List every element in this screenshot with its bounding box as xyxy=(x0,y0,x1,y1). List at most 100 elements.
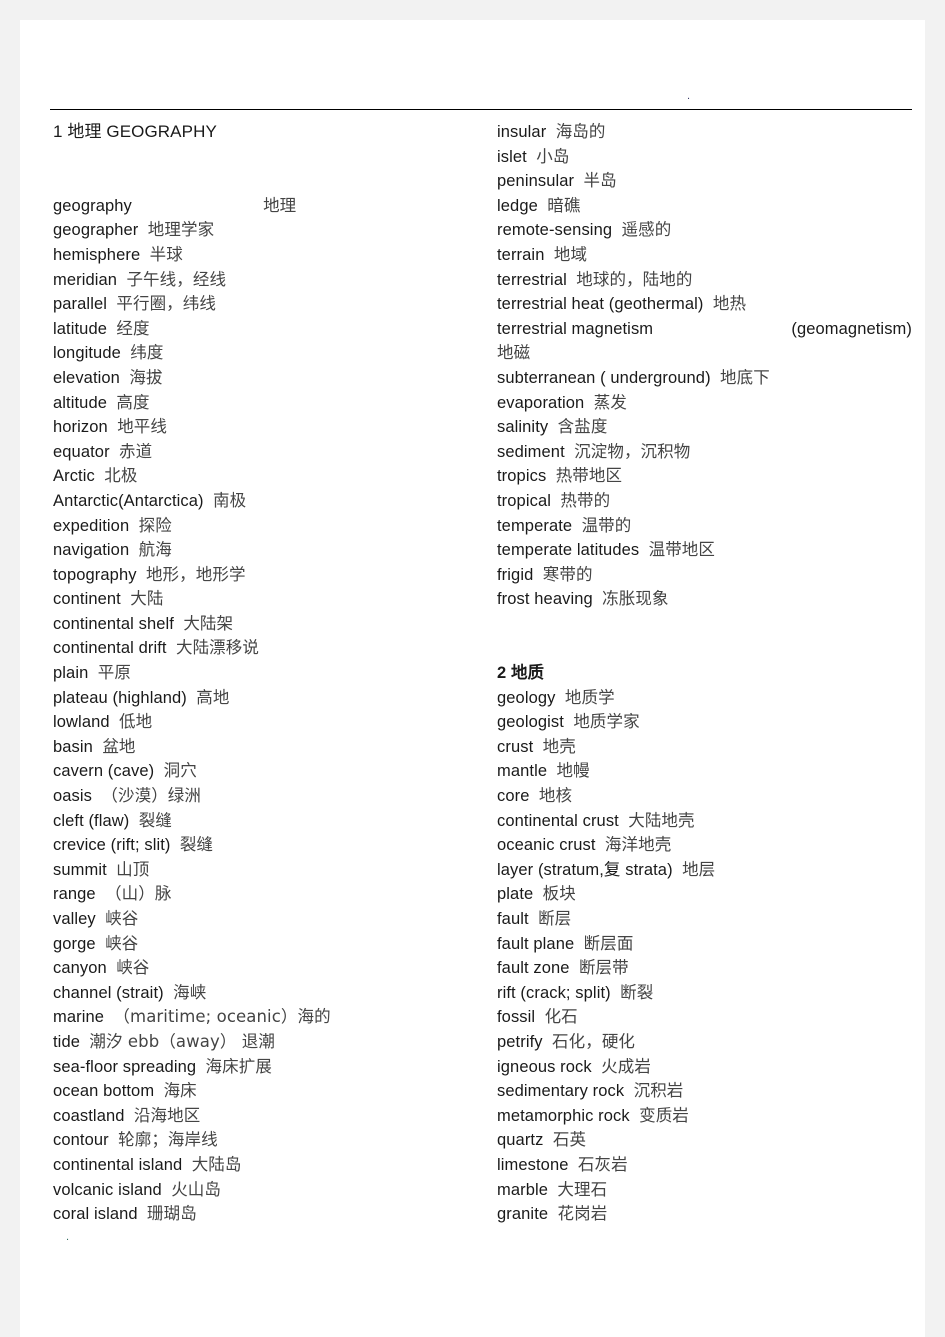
entry-term: canyon xyxy=(53,959,107,978)
entry-spacer xyxy=(204,492,213,510)
glossary-entry: continent 大陆 xyxy=(53,587,483,612)
geography-entry-list: geography 地理 geographer 地理学家 hemisphere 半球… xyxy=(53,194,483,1227)
entry-term: granite xyxy=(497,1205,549,1224)
entry-spacer xyxy=(546,467,555,485)
entry-term: gorge xyxy=(53,934,96,953)
glossary-entry: plate 板块 xyxy=(497,882,917,907)
entry-gloss: 温带的 xyxy=(581,515,632,535)
entry-term: crevice (rift; slit) xyxy=(53,836,171,855)
entry-term: equator xyxy=(53,442,110,461)
entry-gloss: 地理 xyxy=(263,195,297,215)
header-rule xyxy=(50,109,912,110)
entry-term: meridian xyxy=(53,270,118,289)
entry-term: fault plane xyxy=(497,934,575,953)
entry-spacer xyxy=(548,418,557,436)
entry-spacer xyxy=(565,443,574,461)
entry-gloss: 石英 xyxy=(552,1130,587,1150)
entry-spacer xyxy=(548,1205,557,1223)
entry-gloss: 海岛的 xyxy=(555,122,606,141)
entry-gloss: 高地 xyxy=(196,687,230,707)
glossary-entry: continental shelf 大陆架 xyxy=(53,612,483,637)
entry-spacer xyxy=(533,566,542,584)
entry-spacer xyxy=(574,172,583,190)
entry-spacer xyxy=(129,541,138,559)
bottom-gap xyxy=(53,1227,483,1239)
entry-term: coral island xyxy=(53,1205,138,1224)
entry-spacer xyxy=(544,246,553,264)
entry-gloss: 断层 xyxy=(538,909,572,928)
entry-term: continental crust xyxy=(497,811,619,830)
entry-term: layer (stratum,复 strata) xyxy=(497,860,673,879)
entry-term: mantle xyxy=(497,762,548,781)
entry-gloss: 火山岛 xyxy=(171,1179,221,1199)
entry-term: remote-sensing xyxy=(497,221,613,240)
entry-term: oasis xyxy=(53,787,93,806)
entry-gloss: 海床扩展 xyxy=(205,1056,272,1076)
entry-term: parallel xyxy=(53,295,107,314)
entry-term: core xyxy=(497,787,530,806)
entry-spacer xyxy=(121,590,130,608)
entry-term: ocean bottom xyxy=(53,1082,155,1101)
entry-gloss: 大陆漂移说 xyxy=(175,638,259,658)
entry-gloss: 地底下 xyxy=(720,367,770,387)
entry-term: salinity xyxy=(497,418,549,437)
entry-spacer xyxy=(108,418,117,436)
entry-term: fault xyxy=(497,910,529,928)
glossary-entry: coastland 沿海地区 xyxy=(53,1104,483,1129)
entry-gloss: 断层带 xyxy=(578,958,629,978)
entry-gloss: 大陆岛 xyxy=(191,1154,242,1174)
entry-gloss: 地热 xyxy=(712,294,747,314)
entry-term: terrestrial magnetism xyxy=(497,319,654,338)
entry-term: hemisphere xyxy=(53,245,141,264)
geology-entry-list: geology 地质学 geologist 地质学家 crust 地壳 mantle … xyxy=(497,686,917,1227)
entry-gloss: 地层 xyxy=(682,859,716,879)
entry-term: altitude xyxy=(53,393,108,412)
glossary-entry: navigation 航海 xyxy=(53,538,483,563)
entry-term: frost heaving xyxy=(497,590,593,609)
entry-term: tropics xyxy=(497,467,547,486)
entry-gloss: 峡谷 xyxy=(116,958,150,978)
glossary-entry: altitude 高度 xyxy=(53,391,483,416)
entry-gloss: 北极 xyxy=(104,466,138,486)
glossary-entry: igneous rock 火成岩 xyxy=(497,1055,917,1080)
entry-spacer xyxy=(569,1156,578,1174)
glossary-entry: lowland 低地 xyxy=(53,710,483,735)
entry-gloss: 地幔 xyxy=(556,761,590,781)
entry-term: cleft (flaw) xyxy=(53,811,130,830)
entry-gloss: 地球的，陆地的 xyxy=(576,269,693,289)
entry-gloss: 温带地区 xyxy=(648,540,716,560)
glossary-entry: hemisphere 半球 xyxy=(53,243,483,268)
entry-term: range xyxy=(53,885,96,904)
entry-term: expedition xyxy=(53,516,130,535)
glossary-entry: cleft (flaw) 裂缝 xyxy=(53,809,483,834)
entry-term: insular xyxy=(497,123,547,141)
entry-gloss: 裂缝 xyxy=(138,810,172,830)
entry-gloss: 地平线 xyxy=(117,417,168,437)
entry-gloss: 地域 xyxy=(553,244,588,264)
entry-term: tide xyxy=(53,1032,81,1051)
glossary-entry: geographer 地理学家 xyxy=(53,218,483,243)
entry-spacer xyxy=(96,935,105,953)
entry-spacer xyxy=(95,467,104,485)
entry-term: continental island xyxy=(53,1155,183,1174)
glossary-entry: Arctic 北极 xyxy=(53,464,483,489)
entry-term: Antarctic(Antarctica) xyxy=(53,491,204,510)
entry-term: subterranean ( underground) xyxy=(497,368,711,387)
entry-term: longitude xyxy=(53,344,121,363)
stray-mark-bottom: . xyxy=(66,1231,70,1243)
glossary-entry: oceanic crust 海洋地壳 xyxy=(497,833,917,858)
glossary-entry: terrestrial heat (geothermal) 地热 xyxy=(497,292,917,317)
entry-term: temperate latitudes xyxy=(497,541,640,560)
entry-gloss: 珊瑚岛 xyxy=(147,1204,197,1224)
entry-spacer xyxy=(138,1205,147,1223)
glossary-entry: volcanic island 火山岛 xyxy=(53,1178,483,1203)
glossary-entry: contour 轮廓；海岸线 xyxy=(53,1128,483,1153)
entry-gloss: 峡谷 xyxy=(105,909,139,928)
glossary-entry: quartz 石英 xyxy=(497,1128,917,1153)
glossary-entry: remote-sensing 遥感的 xyxy=(497,218,917,243)
entry-gloss: （沙漠）绿洲 xyxy=(101,786,202,806)
glossary-entry: basin 盆地 xyxy=(53,735,483,760)
entry-term: topography xyxy=(53,565,137,584)
entry-spacer xyxy=(107,394,116,412)
glossary-entry: plateau (highland) 高地 xyxy=(53,686,483,711)
